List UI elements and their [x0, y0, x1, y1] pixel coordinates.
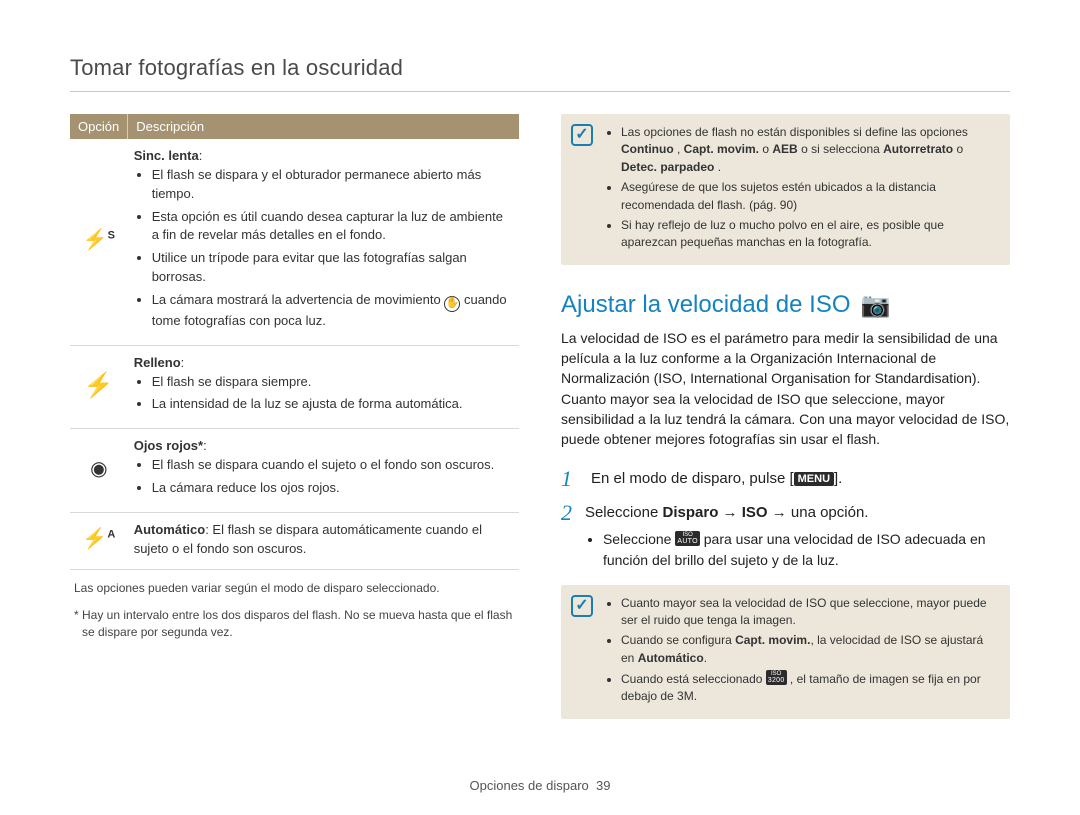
list-item: El flash se dispara cuando el sujeto o e…: [152, 456, 513, 475]
list-item: Esta opción es útil cuando desea captura…: [152, 208, 513, 246]
option-title: Automático: [134, 522, 206, 537]
left-column: Opción Descripción ⚡S Sinc. lenta: El fl…: [70, 114, 519, 745]
table-head-description: Descripción: [128, 114, 519, 139]
table-head-option: Opción: [70, 114, 128, 139]
step-1: 1 En el modo de disparo, pulse [MENU].: [561, 468, 1010, 491]
list-item: La intensidad de la luz se ajusta de for…: [152, 395, 513, 414]
menu-badge: MENU: [794, 472, 834, 486]
note-box-flash: ✓ Las opciones de flash no están disponi…: [561, 114, 1010, 265]
list-item: El flash se dispara siempre.: [152, 373, 513, 392]
step-text: En el modo de disparo, pulse [MENU].: [591, 468, 842, 491]
table-row: ⚡ Relleno: El flash se dispara siempre. …: [70, 345, 519, 429]
camera-mode-icon: 📷: [861, 291, 891, 320]
list-item: Utilice un trípode para evitar que las f…: [152, 249, 513, 287]
list-item: Si hay reflejo de luz o mucho polvo en e…: [621, 217, 996, 252]
page-title: Tomar fotografías en la oscuridad: [70, 55, 1010, 92]
table-row: ◉ Ojos rojos*: El flash se dispara cuand…: [70, 429, 519, 513]
section-body: La velocidad de ISO es el parámetro para…: [561, 328, 1010, 450]
note-icon: ✓: [571, 124, 593, 146]
list-item: La cámara reduce los ojos rojos.: [152, 479, 513, 498]
shake-warning-icon: ✋: [444, 296, 460, 312]
note-icon: ✓: [571, 595, 593, 617]
flash-options-table: Opción Descripción ⚡S Sinc. lenta: El fl…: [70, 114, 519, 570]
note-box-iso: ✓ Cuanto mayor sea la velocidad de ISO q…: [561, 585, 1010, 719]
step-number: 1: [561, 468, 579, 491]
flash-fill-icon: ⚡: [70, 345, 128, 429]
option-title: Sinc. lenta: [134, 148, 199, 163]
list-item: El flash se dispara y el obturador perma…: [152, 166, 513, 204]
table-cell-description: Ojos rojos*: El flash se dispara cuando …: [128, 429, 519, 513]
list-item: Asegúrese de que los sujetos estén ubica…: [621, 179, 996, 214]
iso-3200-badge: ISO3200: [766, 670, 787, 685]
list-item: Las opciones de flash no están disponibl…: [621, 124, 996, 176]
section-title: Ajustar la velocidad de ISO 📷: [561, 291, 1010, 320]
right-column: ✓ Las opciones de flash no están disponi…: [561, 114, 1010, 745]
iso-auto-badge: ISOAUTO: [675, 531, 700, 546]
flash-auto-icon: ⚡A: [70, 512, 128, 569]
red-eye-icon: ◉: [70, 429, 128, 513]
step-2: 2 Seleccione Disparo → ISO → una opción.…: [561, 502, 1010, 571]
footnote: Las opciones pueden variar según el modo…: [70, 580, 519, 597]
list-item: Seleccione ISOAUTO para usar una velocid…: [603, 529, 1010, 571]
option-title: Relleno: [134, 355, 181, 370]
table-cell-description: Sinc. lenta: El flash se dispara y el ob…: [128, 139, 519, 345]
page-footer: Opciones de disparo 39: [0, 778, 1080, 793]
list-item: Cuanto mayor sea la velocidad de ISO que…: [621, 595, 996, 630]
table-cell-description: Relleno: El flash se dispara siempre. La…: [128, 345, 519, 429]
content-columns: Opción Descripción ⚡S Sinc. lenta: El fl…: [70, 114, 1010, 745]
table-cell-description: Automático: El flash se dispara automáti…: [128, 512, 519, 569]
table-row: ⚡A Automático: El flash se dispara autom…: [70, 512, 519, 569]
list-item: Cuando se configura Capt. movim., la vel…: [621, 632, 996, 667]
flash-slow-sync-icon: ⚡S: [70, 139, 128, 345]
option-title: Ojos rojos*: [134, 438, 203, 453]
step-number: 2: [561, 502, 573, 571]
step-text: Seleccione Disparo → ISO → una opción. S…: [585, 502, 1010, 571]
table-row: ⚡S Sinc. lenta: El flash se dispara y el…: [70, 139, 519, 345]
steps: 1 En el modo de disparo, pulse [MENU]. 2…: [561, 468, 1010, 571]
footnote: * Hay un intervalo entre los dos disparo…: [70, 607, 519, 642]
list-item: Cuando está seleccionado ISO3200 , el ta…: [621, 670, 996, 706]
list-item: La cámara mostrará la advertencia de mov…: [152, 291, 513, 331]
